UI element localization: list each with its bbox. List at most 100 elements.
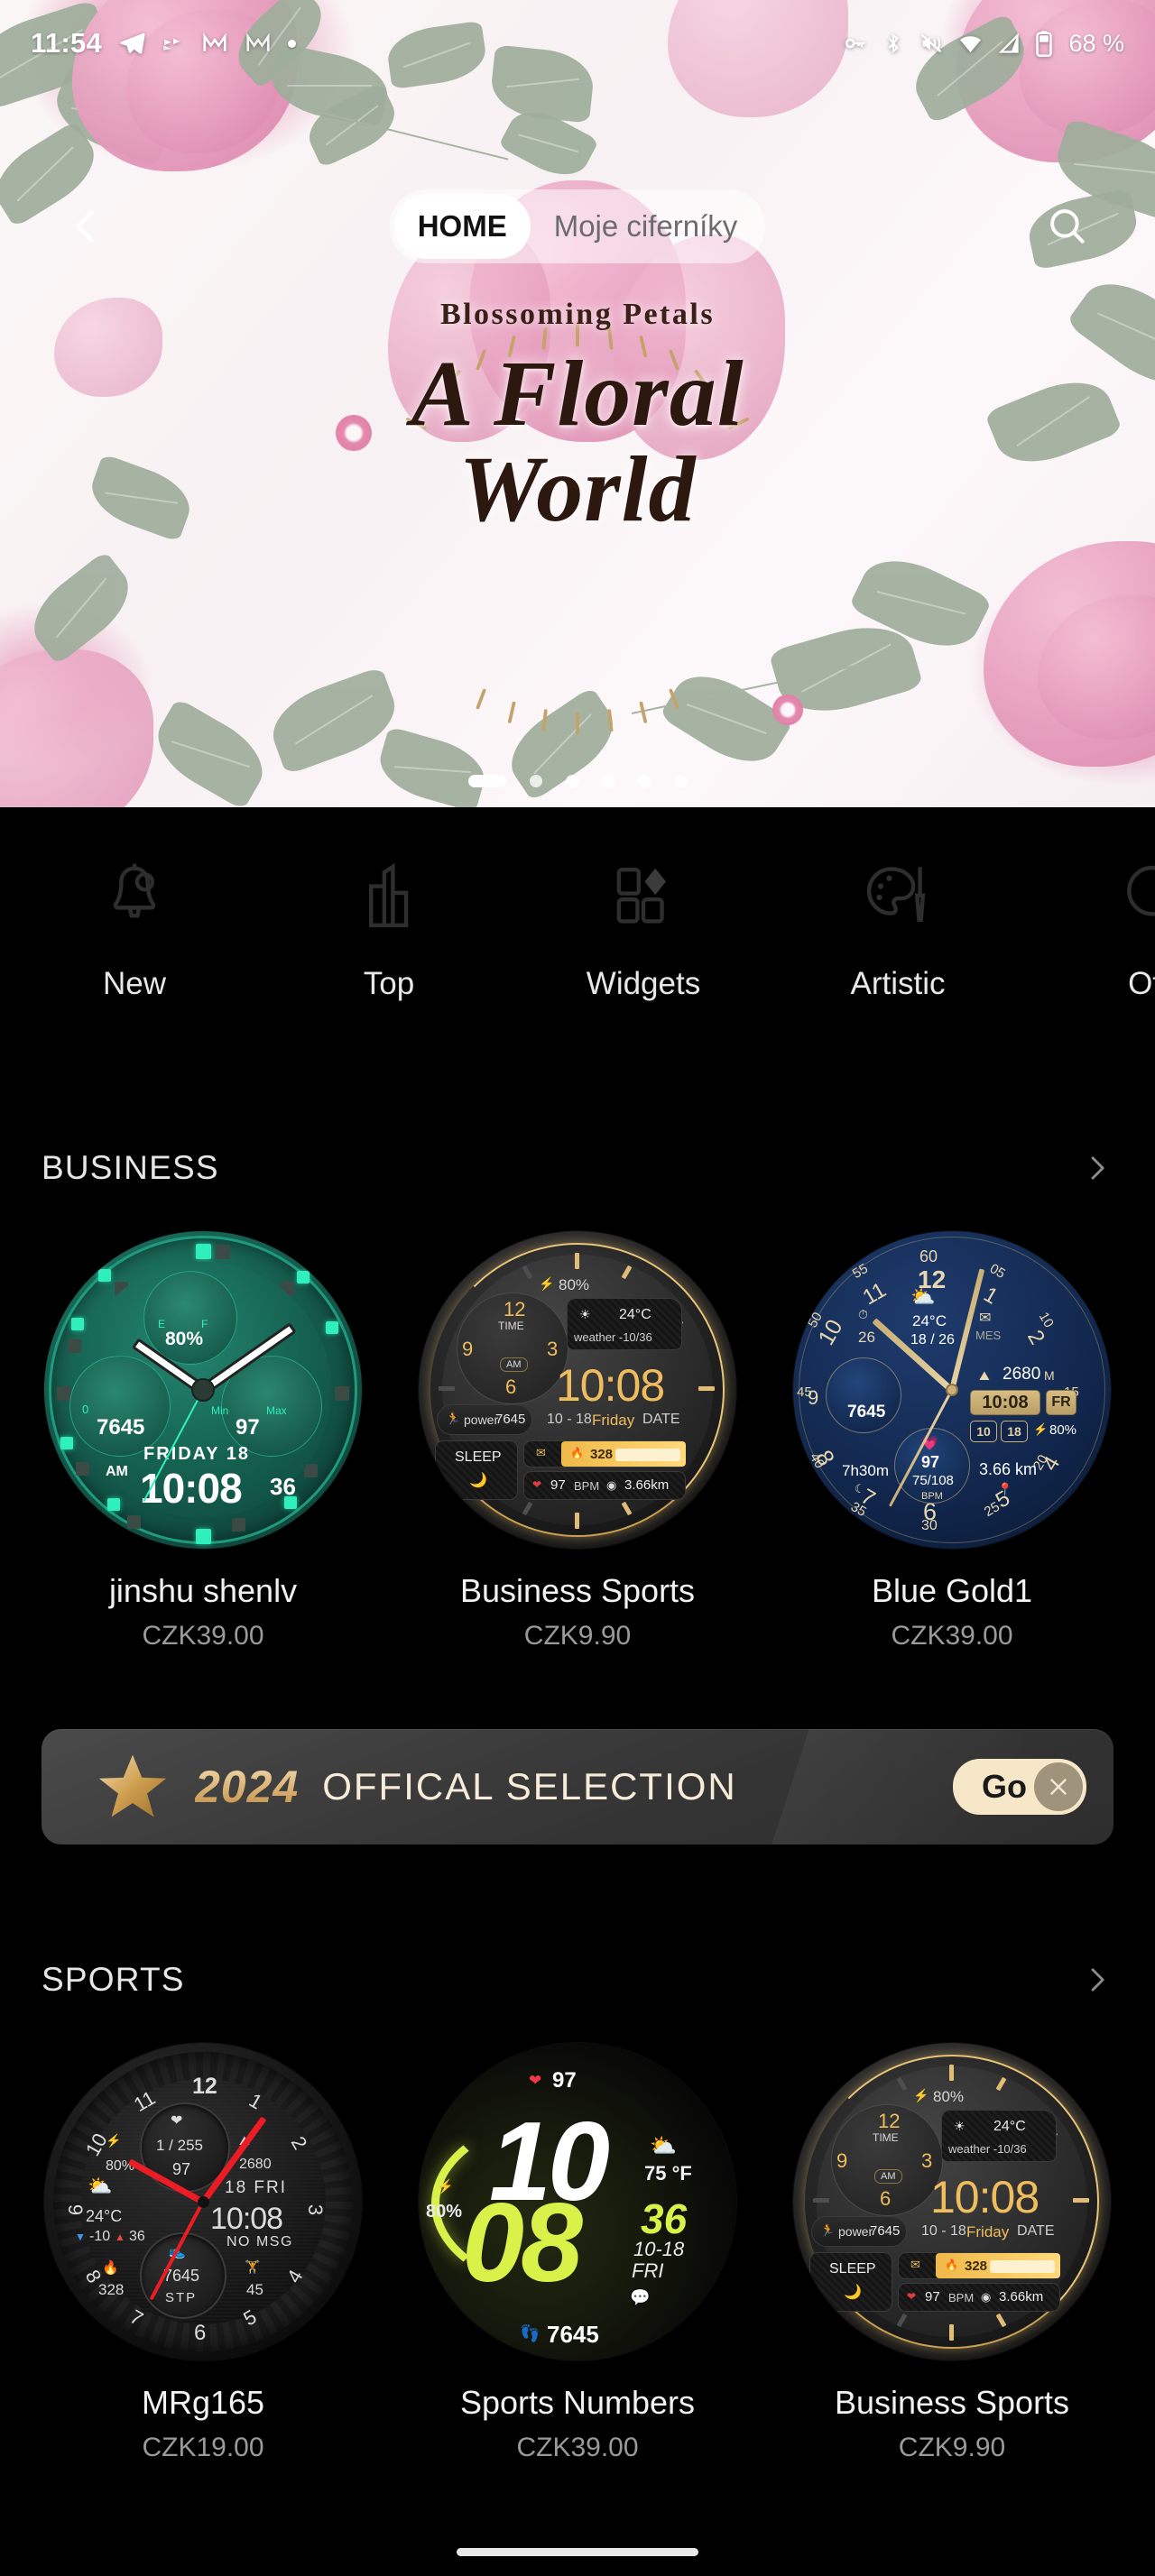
gold2-sub-9: 9: [836, 2149, 848, 2172]
category-new[interactable]: New: [7, 854, 262, 1002]
gold-sun-icon: ☀: [579, 1307, 591, 1321]
flower-decoration: [336, 415, 372, 451]
promo-go-button[interactable]: Go: [953, 1759, 1086, 1815]
watchface-preview-blue[interactable]: 60 05 10 15 20 25 30 35 40 45 50 55 12 1…: [793, 1231, 1111, 1549]
watchface-price: CZK9.90: [523, 1621, 632, 1651]
numbers-steps: 7645: [547, 2321, 599, 2348]
carousel-dot[interactable]: [530, 775, 542, 787]
gold2-power-value: 7645: [870, 2223, 901, 2239]
watchface-card[interactable]: 12 1 2 3 4 5 6 7 8 9 10 11 ❤ 1 / 255 97 …: [36, 2043, 370, 2463]
watchface-card[interactable]: 60 05 10 15 20 25 30 35 40 45 50 55 12 1…: [785, 1231, 1119, 1651]
gold2-battery: 80%: [933, 2088, 965, 2105]
watchface-card[interactable]: ❤ 97 10 08 ⚡ 80% ⛅ 75 °F 36 10-18 FRI 💬 …: [411, 2043, 744, 2463]
hero-banner[interactable]: 11:54 68 % HOME Moje ciferníky Blossomin…: [0, 0, 1155, 807]
gold2-weekday: Friday: [966, 2223, 1010, 2240]
watchface-preview-gold-2[interactable]: ⚡ 80% 12 3 6 9 TIME AM ☀ 24°C weather -1…: [793, 2043, 1111, 2360]
numbers-bpm: 97: [552, 2068, 577, 2093]
watchface-name: MRg165: [141, 2384, 265, 2421]
telegram-icon: [118, 30, 145, 57]
blue-bpm: 97: [921, 1453, 940, 1471]
promo-go-label: Go: [982, 1768, 1027, 1805]
gold2-flame-icon: 🔥: [945, 2259, 958, 2271]
widgets-icon: [600, 854, 687, 941]
numbers-minute: 08: [462, 2181, 583, 2305]
mrg-weather-high: 36: [129, 2229, 145, 2244]
green-battery: 80%: [165, 1329, 204, 1349]
carousel-dot[interactable]: [468, 775, 506, 787]
chevron-right-icon: [1091, 1968, 1104, 1992]
dot-indicator-icon: [288, 39, 297, 48]
green-time: 10:08: [140, 1465, 243, 1512]
gold-distance: 3.66km: [624, 1477, 670, 1493]
battery-percent: 68 %: [1068, 29, 1124, 57]
gold2-bpm: 97: [925, 2289, 940, 2305]
blue-date-month: 10: [970, 1421, 997, 1442]
gold-flame-icon: 🔥: [570, 1447, 584, 1459]
category-artistic[interactable]: Artistic: [771, 854, 1025, 1002]
mrg-hr-range: 1 / 255: [156, 2137, 203, 2154]
gmail-icon: [245, 30, 272, 57]
watchface-preview-numbers[interactable]: ❤ 97 10 08 ⚡ 80% ⛅ 75 °F 36 10-18 FRI 💬 …: [419, 2043, 736, 2360]
mrg-hr-3: 3: [304, 2203, 328, 2216]
blue-weekday: FR: [1046, 1390, 1076, 1415]
watchface-preview-gold[interactable]: ⚡ 80% 12 3 6 9 TIME AM ☀ 24°C weather -1…: [419, 1231, 736, 1549]
gold-sub-ampm: AM: [500, 1357, 528, 1372]
watchface-card[interactable]: ⚡ 80% 12 3 6 9 TIME AM ☀ 24°C weather -1…: [411, 1231, 744, 1651]
watchface-card[interactable]: ⚡ 80% 12 3 6 9 TIME AM ☀ 24°C weather -1…: [785, 2043, 1119, 2463]
gold2-sub-label: TIME: [873, 2131, 899, 2144]
gold-bolt-icon: ⚡: [539, 1276, 555, 1291]
mrg-steps-label: STP: [165, 2290, 198, 2305]
promo-banner[interactable]: 2024 OFFICAL SELECTION Go: [42, 1729, 1113, 1845]
section-more-button-business[interactable]: [1079, 1151, 1113, 1185]
search-button[interactable]: [1036, 195, 1099, 258]
mrg-weather-low: -10: [89, 2229, 111, 2244]
carousel-pagination[interactable]: [0, 775, 1155, 787]
section-more-button-sports[interactable]: [1079, 1963, 1113, 1997]
section-title-business: BUSINESS: [42, 1149, 219, 1186]
green-ampm: AM: [106, 1464, 128, 1479]
blue-date-day: 18: [1001, 1421, 1028, 1442]
gold2-date: 10 - 18: [921, 2223, 966, 2239]
gold-sub-label: TIME: [498, 1320, 524, 1332]
promo-close-button[interactable]: [1034, 1762, 1083, 1811]
green-steps: 7645: [97, 1415, 145, 1440]
category-top[interactable]: Top: [262, 854, 516, 1002]
gold2-sub-12: 12: [878, 2110, 901, 2132]
gesture-bar[interactable]: [457, 2548, 698, 2556]
gold2-weather-range: weather -10/36: [948, 2142, 1027, 2156]
promo-text: OFFICAL SELECTION: [322, 1765, 737, 1808]
tab-my-watchfaces[interactable]: Moje ciferníky: [531, 194, 762, 259]
bluetooth-icon: [882, 32, 905, 55]
numbers-weather-icon: ⛅: [650, 2134, 677, 2158]
carousel-dot[interactable]: [638, 775, 651, 787]
category-widgets-label: Widgets: [586, 966, 701, 1001]
carousel-dot[interactable]: [674, 775, 687, 787]
gold-date: 10 - 18: [547, 1412, 592, 1427]
hero-header: HOME Moje ciferníky: [0, 168, 1155, 285]
category-widgets[interactable]: Widgets: [516, 854, 771, 1002]
gold2-power-label: power: [838, 2224, 873, 2239]
carousel-dot[interactable]: [602, 775, 614, 787]
header-tabs: HOME Moje ciferníky: [389, 189, 766, 263]
watchface-grid-business: E F 80% 0 Max Min 7645 97 FRIDAY 18 AM 1…: [0, 1231, 1155, 1651]
gold-weekday: Friday: [592, 1412, 635, 1429]
section-header-sports: SPORTS: [0, 1944, 1155, 2016]
back-button[interactable]: [56, 195, 119, 258]
watchface-card[interactable]: E F 80% 0 Max Min 7645 97 FRIDAY 18 AM 1…: [36, 1231, 370, 1651]
mrg-bolt-icon: ⚡: [106, 2133, 122, 2148]
tab-home[interactable]: HOME: [393, 194, 531, 259]
numbers-date: 10-18: [633, 2238, 685, 2260]
tab-home-label: HOME: [417, 209, 507, 243]
gold2-sub-ampm: AM: [874, 2169, 902, 2184]
watchface-preview-mrg[interactable]: 12 1 2 3 4 5 6 7 8 9 10 11 ❤ 1 / 255 97 …: [44, 2043, 362, 2360]
gold2-mail-icon: ✉: [910, 2258, 920, 2271]
category-official[interactable]: Offi: [1025, 854, 1155, 1002]
gold-sleep-label: SLEEP: [455, 1449, 502, 1465]
palette-icon: [855, 854, 941, 941]
mrg-activity: 45: [246, 2281, 263, 2298]
category-nav[interactable]: New Top Widgets Artistic O: [0, 807, 1155, 1078]
carousel-dot[interactable]: [566, 775, 578, 787]
blue-pivot: [946, 1384, 958, 1396]
green-bpm: 97: [236, 1415, 260, 1440]
watchface-preview-green[interactable]: E F 80% 0 Max Min 7645 97 FRIDAY 18 AM 1…: [44, 1231, 362, 1549]
